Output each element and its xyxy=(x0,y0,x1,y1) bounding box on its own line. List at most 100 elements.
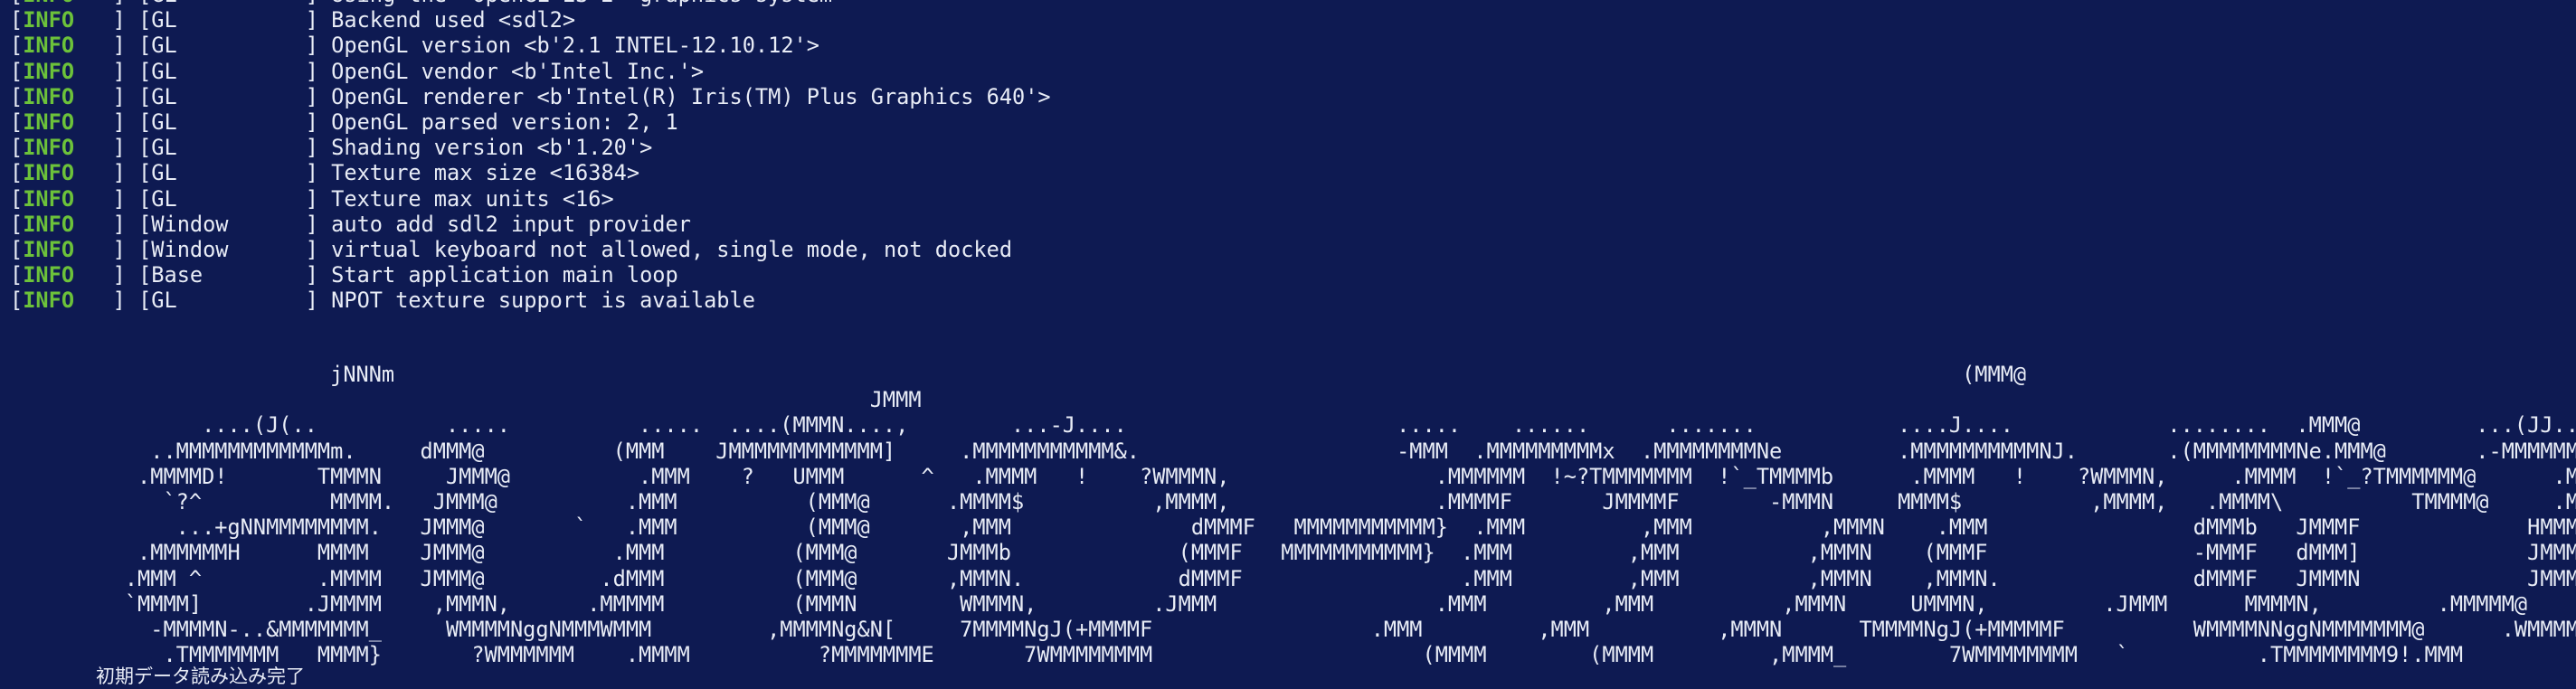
ascii-art-line: ...+gNNMMMMMMMM. JMMM@ ` .MMM (MMM@ ,MMM… xyxy=(175,514,2576,541)
ascii-art-line: jNNNm (MMM@ xyxy=(9,362,2027,387)
log-logger: GL xyxy=(151,288,306,314)
log-message: ] [GL ] Using the "OpenGL ES 2" graphics… xyxy=(74,0,832,7)
log-logger: Window xyxy=(151,211,306,237)
log-bracket: [ xyxy=(10,160,24,186)
log-level: INFO xyxy=(23,83,75,109)
ascii-art-line: ..MMMMMMMMMMMMm. dMMM@ (MMM JMMMMMMMMMMM… xyxy=(9,438,2576,464)
log-logger: Base xyxy=(151,262,306,288)
ascii-art-line: `MMMM] .JMMMM ,MMMN, .MMMMM (MMMN WMMMN,… xyxy=(124,590,2528,617)
ascii-art-line: ....(J(.. ..... ..... ....(MMMN...., ...… xyxy=(9,412,2576,439)
log-logger: GL xyxy=(151,33,306,59)
log-message: OpenGL renderer <b'Intel(R) Iris(TM) Plu… xyxy=(331,83,1051,109)
log-separator: ] [ xyxy=(74,33,152,59)
log-bracket: [ xyxy=(10,262,24,288)
log-separator: ] [ xyxy=(74,135,152,161)
log-line: [INFO ] [Base ] Start application main l… xyxy=(10,262,1051,288)
log-message: Start application main loop xyxy=(331,262,678,288)
terminal-window[interactable]: [INFO ] [GL ] Using the "OpenGL ES 2" gr… xyxy=(0,0,2576,689)
log-bracket: [ xyxy=(10,211,24,237)
ascii-art-line: .MMM ^ .MMMM JMMM@ .dMMM (MMM@ ,MMMN. dM… xyxy=(9,565,2576,591)
log-message: virtual keyboard not allowed, single mod… xyxy=(331,236,1013,262)
log-line: [INFO ] [GL ] Shading version <b'1.20'> xyxy=(10,135,1051,160)
log-level: INFO xyxy=(23,135,75,161)
log-level: INFO xyxy=(23,0,74,7)
log-separator: ] xyxy=(305,33,332,59)
log-separator: ] xyxy=(305,109,332,135)
log-level: INFO xyxy=(23,211,75,237)
log-message: OpenGL parsed version: 2, 1 xyxy=(331,109,678,135)
log-separator: ] xyxy=(305,83,332,109)
log-message: Texture max units <16> xyxy=(331,185,614,212)
ascii-art-line: .TMMMMMMM MMMM} ?WMMMMMM .MMMM ?MMMMMMME… xyxy=(9,642,2576,668)
log-separator: ] [ xyxy=(74,58,152,84)
log-line: [INFO ] [GL ] Texture max units <16> xyxy=(10,186,1051,212)
log-line: [INFO ] [GL ] OpenGL version <b'2.1 INTE… xyxy=(10,33,1051,58)
log-level: INFO xyxy=(23,7,75,33)
log-message: OpenGL vendor <b'Intel Inc.'> xyxy=(331,58,705,84)
log-line: [INFO ] [GL ] OpenGL parsed version: 2, … xyxy=(10,109,1051,135)
log-line: [INFO ] [GL ] Using the "OpenGL ES 2" gr… xyxy=(10,0,1051,7)
log-separator: ] xyxy=(305,288,332,314)
log-message: OpenGL version <b'2.1 INTEL-12.10.12'> xyxy=(331,33,819,59)
ascii-art-line: .MMMMMMH MMMM JMMM@ .MMM (MMM@ JMMMb (MM… xyxy=(137,540,2576,566)
log-level: INFO xyxy=(23,58,75,84)
log-separator: ] [ xyxy=(74,7,152,33)
log-bracket: [ xyxy=(10,33,24,59)
log-separator: ] xyxy=(305,211,332,237)
log-logger: GL xyxy=(151,160,306,186)
log-separator: ] xyxy=(305,185,332,212)
log-line: [INFO ] [GL ] OpenGL renderer <b'Intel(R… xyxy=(10,84,1051,109)
log-message: Texture max size <16384> xyxy=(331,160,640,186)
log-separator: ] xyxy=(305,7,332,33)
log-bracket: [ xyxy=(10,236,24,262)
log-level: INFO xyxy=(23,262,75,288)
log-separator: ] xyxy=(305,262,332,288)
log-line: [INFO ] [GL ] OpenGL vendor <b'Intel Inc… xyxy=(10,59,1051,84)
log-logger: Window xyxy=(151,236,306,262)
log-bracket: [ xyxy=(10,83,24,109)
log-separator: ] [ xyxy=(74,236,152,262)
log-bracket: [ xyxy=(10,0,23,7)
log-separator: ] [ xyxy=(74,83,152,109)
log-separator: ] [ xyxy=(74,160,152,186)
log-logger: GL xyxy=(151,58,306,84)
log-separator: ] [ xyxy=(74,211,152,237)
log-logger: GL xyxy=(151,7,306,33)
log-level: INFO xyxy=(23,185,75,212)
log-output: [INFO ] [GL ] Using the "OpenGL ES 2" gr… xyxy=(10,0,1051,313)
log-separator: ] [ xyxy=(74,262,152,288)
ascii-art-line: -MMMMN-..&MMMMMMM_ WMMMMNggNMMMWMMM ,MMM… xyxy=(9,616,2576,642)
log-level: INFO xyxy=(23,160,75,186)
log-line: [INFO ] [GL ] Texture max size <16384> xyxy=(10,160,1051,185)
log-bracket: [ xyxy=(10,7,24,33)
log-separator: ] [ xyxy=(74,185,152,212)
log-separator: ] xyxy=(305,58,332,84)
ascii-art-line: JMMM .MMM@ xyxy=(9,387,2576,413)
log-separator: ] [ xyxy=(74,109,152,135)
log-message: Backend used <sdl2> xyxy=(331,7,576,33)
log-message: Shading version <b'1.20'> xyxy=(331,135,653,161)
log-separator: ] xyxy=(305,135,332,161)
log-logger: GL xyxy=(151,109,306,135)
log-bracket: [ xyxy=(10,185,24,212)
log-message: NPOT texture support is available xyxy=(331,288,755,314)
log-bracket: [ xyxy=(10,58,24,84)
ascii-art-line: `?^ MMMM. JMMM@ .MMM (MMM@ .MMMM$ ,MMMM,… xyxy=(9,488,2576,514)
status-message: 初期データ読み込み完了 xyxy=(96,665,305,687)
log-bracket: [ xyxy=(10,135,24,161)
log-line: [INFO ] [GL ] Backend used <sdl2> xyxy=(10,7,1051,33)
log-line: [INFO ] [Window ] auto add sdl2 input pr… xyxy=(10,212,1051,237)
log-bracket: [ xyxy=(10,288,24,314)
log-separator: ] xyxy=(305,236,332,262)
log-level: INFO xyxy=(23,288,75,314)
log-level: INFO xyxy=(23,109,75,135)
ascii-art-line: .MMMMD! TMMMN JMMM@ .MMM ? UMMM ^ .MMMM … xyxy=(9,463,2576,489)
log-bracket: [ xyxy=(10,109,24,135)
ascii-art-banner: jNNNm (MMM@ JMMM .MMM@ ....(J(.. ..... .… xyxy=(9,362,2576,667)
log-separator: ] xyxy=(305,160,332,186)
log-line: [INFO ] [Window ] virtual keyboard not a… xyxy=(10,237,1051,262)
log-logger: GL xyxy=(151,185,306,212)
log-logger: GL xyxy=(151,83,306,109)
log-message: auto add sdl2 input provider xyxy=(331,211,691,237)
log-line: [INFO ] [GL ] NPOT texture support is av… xyxy=(10,288,1051,313)
